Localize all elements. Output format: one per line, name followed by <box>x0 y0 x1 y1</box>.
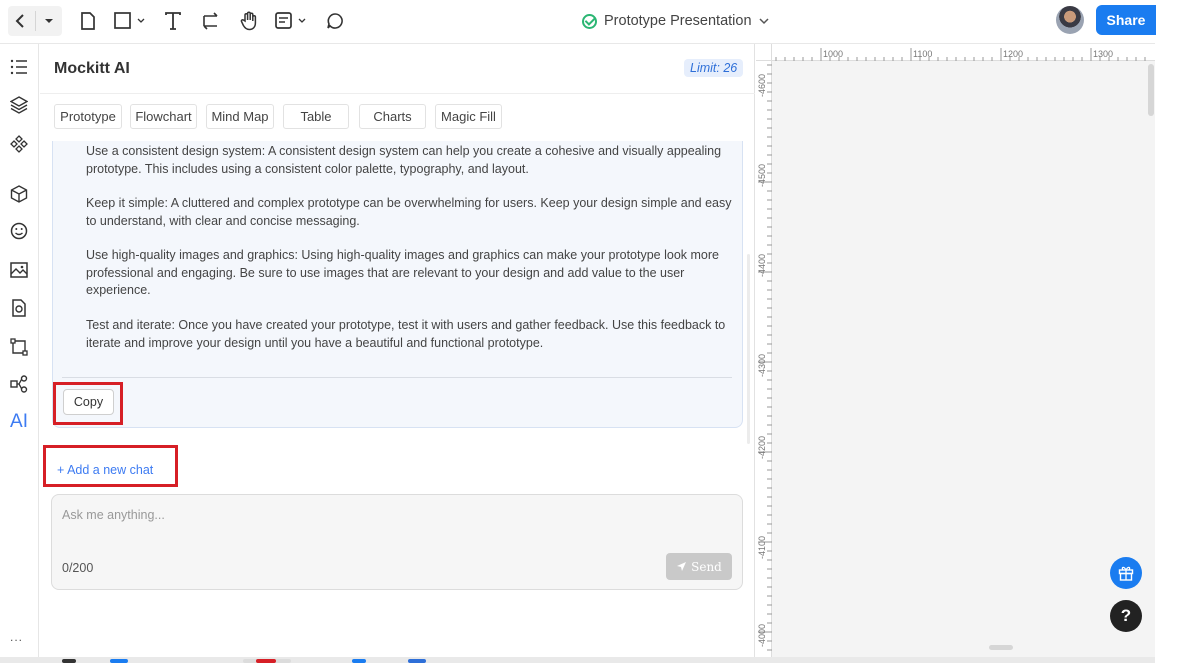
taskbar-icon <box>62 659 76 663</box>
ruler-label: -4400 <box>757 253 767 277</box>
send-label: Send <box>691 559 722 574</box>
response-paragraph: Use high-quality images and graphics: Us… <box>86 248 719 297</box>
panel-scrollbar[interactable] <box>747 254 750 444</box>
ruler-label: 1300 <box>1093 49 1114 59</box>
project-title-dropdown[interactable]: Prototype Presentation <box>582 11 769 31</box>
vertical-ruler: -4600 -4500 -4400 -4300 -4200 -4100 -400… <box>756 61 772 657</box>
left-rail: AI ... <box>0 44 39 657</box>
tab-magic-fill[interactable]: Magic Fill <box>435 104 502 129</box>
canvas-horizontal-scrollbar[interactable] <box>989 645 1013 650</box>
chevron-down-icon <box>758 18 769 25</box>
panel-title: Mockitt AI <box>54 60 130 77</box>
copy-highlight-box <box>53 382 123 425</box>
ruler-label: -4100 <box>757 535 767 559</box>
plugin-icon[interactable] <box>8 297 30 319</box>
emoji-icon[interactable] <box>8 220 30 242</box>
note-icon[interactable] <box>274 7 310 35</box>
panel-header: Mockitt AI Limit: 26 <box>40 44 755 94</box>
ruler-label: 1000 <box>823 49 844 59</box>
tab-flowchart[interactable]: Flowchart <box>130 104 197 129</box>
taskbar-strip <box>0 657 1155 663</box>
ruler-label: -4000 <box>757 623 767 647</box>
outline-icon[interactable] <box>8 56 30 78</box>
share-button[interactable]: Share <box>1096 5 1156 35</box>
ruler-corner <box>756 44 772 61</box>
chevron-down-icon[interactable] <box>36 6 63 36</box>
tab-table[interactable]: Table <box>283 104 349 129</box>
saved-status-icon <box>582 13 597 29</box>
tab-mind-map[interactable]: Mind Map <box>206 104 274 129</box>
taskbar-icon <box>352 659 366 663</box>
ruler-label: -4200 <box>757 435 767 459</box>
hand-icon[interactable] <box>238 7 260 35</box>
design-canvas[interactable]: 1000 1100 1200 1300 -4600 -4500 -4400 -4… <box>756 44 1155 657</box>
text-icon[interactable] <box>163 7 183 35</box>
chat-input-box[interactable]: Ask me anything... 0/200 Send <box>51 494 743 590</box>
response-paragraph: Keep it simple: A cluttered and complex … <box>86 196 732 228</box>
ai-response-bubble: Use a consistent design system: A consis… <box>52 141 743 428</box>
more-icon[interactable]: ... <box>10 630 23 644</box>
components-icon[interactable] <box>8 133 30 155</box>
gift-button[interactable] <box>1110 557 1142 589</box>
comment-icon[interactable] <box>325 7 345 35</box>
app-window: Prototype Presentation Share AI ... Mock… <box>0 0 1200 663</box>
divider <box>62 377 732 378</box>
ruler-label: 1200 <box>1003 49 1024 59</box>
help-button[interactable]: ? <box>1110 600 1142 632</box>
ruler-label: -4500 <box>757 163 767 187</box>
tab-charts[interactable]: Charts <box>359 104 426 129</box>
taskbar-icon <box>256 659 276 663</box>
top-toolbar: Prototype Presentation Share <box>0 0 1156 44</box>
image-icon[interactable] <box>8 259 30 281</box>
horizontal-ruler: 1000 1100 1200 1300 <box>772 44 1155 61</box>
layers-icon[interactable] <box>8 94 30 116</box>
send-icon <box>677 562 687 571</box>
taskbar-icon <box>408 659 426 663</box>
ruler-label: 1100 <box>913 49 933 59</box>
box-icon[interactable] <box>8 183 30 205</box>
send-button[interactable]: Send <box>666 553 732 580</box>
character-counter: 0/200 <box>62 561 94 575</box>
gift-icon <box>1118 566 1134 581</box>
taskbar-icon <box>110 659 128 663</box>
ruler-label: -4300 <box>757 353 767 377</box>
project-title: Prototype Presentation <box>604 13 752 29</box>
avatar[interactable] <box>1056 6 1084 34</box>
tab-prototype[interactable]: Prototype <box>54 104 122 129</box>
add-chat-highlight-box <box>43 445 178 487</box>
ruler-label: -4600 <box>757 73 767 97</box>
crop-icon[interactable] <box>8 336 30 358</box>
page-icon[interactable] <box>78 7 98 35</box>
canvas-vertical-scrollbar[interactable] <box>1148 64 1154 116</box>
back-button-group <box>8 6 62 36</box>
mockitt-ai-panel: Mockitt AI Limit: 26 Prototype Flowchart… <box>40 44 755 657</box>
response-paragraph: Use a consistent design system: A consis… <box>86 144 722 176</box>
back-arrow-icon[interactable] <box>8 6 35 36</box>
ai-icon[interactable]: AI <box>8 411 30 433</box>
response-paragraph: Test and iterate: Once you have created … <box>86 318 726 350</box>
limit-badge: Limit: 26 <box>684 59 744 77</box>
rectangle-icon[interactable] <box>113 7 149 35</box>
chat-input-placeholder: Ask me anything... <box>62 508 165 522</box>
connector-icon[interactable] <box>200 7 222 35</box>
flow-icon[interactable] <box>8 373 30 395</box>
